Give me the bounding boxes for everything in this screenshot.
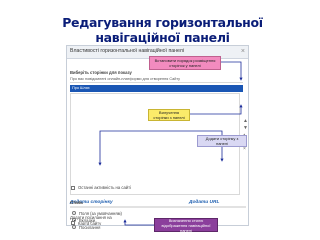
dialog-title: Властивості горизонтальної навігаційної …	[70, 48, 184, 54]
recent-activity-checkbox[interactable]	[71, 185, 75, 190]
add-url-link[interactable]: Додати URL	[189, 200, 219, 205]
style-radio-fields-label: Поля (за умовчанням)	[79, 210, 122, 216]
style-radio-links-label: Посилання	[79, 224, 101, 230]
select-pages-label: Виберіть сторінки для показу	[70, 70, 132, 75]
callout-add-page: Додати сторінку з панелі	[197, 135, 247, 147]
reorder-controls: ▲ ▼ ▴ ▾ ×	[242, 118, 248, 198]
move-down-icon[interactable]: ▼	[243, 125, 248, 131]
style-label: Стиль	[70, 200, 83, 205]
callout-style: Визначення стилю відображення навігаційн…	[154, 218, 218, 233]
callout-remove-page: Вилучення сторінки з панелі	[148, 109, 190, 121]
move-up-icon[interactable]: ▲	[243, 118, 248, 124]
slide-title-line2: навігаційної панелі	[95, 30, 230, 45]
style-radio-tabs[interactable]	[72, 218, 76, 222]
style-radio-fields[interactable]	[72, 211, 76, 215]
style-divider	[70, 206, 246, 207]
callout-reorder: Встановити порядок розміщення сторінок у…	[149, 56, 221, 70]
recent-activity-checkbox-label: Останні активність на сайті	[78, 185, 131, 190]
selected-page-label: Про Шлях	[72, 86, 90, 90]
page-list-item-selected[interactable]: Про Шлях	[70, 85, 243, 92]
style-radio-tabs-label: Вкладки	[79, 217, 96, 223]
page-list-item[interactable]: Про вас повідомлені онлайн-платформи для…	[70, 77, 243, 83]
close-icon[interactable]: ×	[241, 47, 245, 56]
slide-title: Редагування горизонтальної навігаційної …	[60, 15, 265, 45]
divider	[70, 207, 246, 208]
slide-title-line1: Редагування горизонтальної	[62, 15, 263, 30]
style-radio-links[interactable]	[72, 225, 76, 229]
